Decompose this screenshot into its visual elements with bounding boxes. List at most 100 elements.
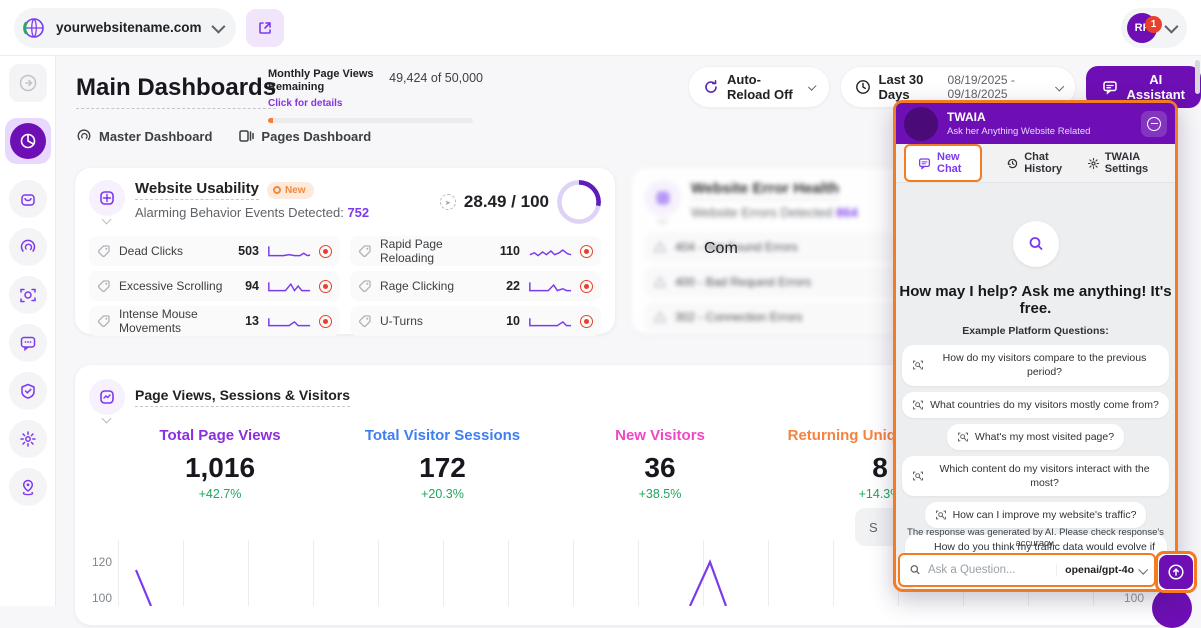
gear-icon xyxy=(1087,157,1100,170)
sidebar-item-feedback[interactable] xyxy=(9,324,47,362)
tab-twaia-settings[interactable]: TWAIA Settings xyxy=(1079,146,1167,180)
tooltip-fragment: Com xyxy=(704,240,738,258)
example-question[interactable]: How do my visitors compare to the previo… xyxy=(902,345,1169,385)
sparkline xyxy=(267,243,311,259)
stat-total-page-views[interactable]: Total Page Views 1,016 +42.7% xyxy=(105,427,335,501)
new-chat-label: New Chat xyxy=(937,151,968,175)
alert-target-icon xyxy=(319,280,332,293)
chevron-down-icon xyxy=(211,19,225,33)
chat-icon xyxy=(1102,79,1118,95)
stat-new-visitors[interactable]: New Visitors 36 +38.5% xyxy=(585,427,735,501)
metric-row-excessive-scrolling[interactable]: Excessive Scrolling 94 xyxy=(89,271,340,301)
page-title: Main Dashboards xyxy=(76,74,276,109)
alert-target-icon xyxy=(319,245,332,258)
sidebar-item-performance[interactable] xyxy=(9,228,47,266)
ai-disclaimer: The response was generated by AI. Please… xyxy=(896,527,1175,549)
ai-assistant-label: AI Assistant xyxy=(1126,72,1185,102)
send-button[interactable] xyxy=(1159,555,1193,589)
pageviews-module-icon[interactable] xyxy=(89,379,125,415)
arrow-up-circle-icon xyxy=(1167,563,1185,581)
metric-row-rage-clicking[interactable]: Rage Clicking 22 xyxy=(350,271,601,301)
send-button-focus xyxy=(1155,551,1197,593)
example-question[interactable]: How can I improve my website's traffic? xyxy=(925,502,1147,528)
sidebar-item-locations[interactable] xyxy=(9,468,47,506)
open-website-button[interactable] xyxy=(246,9,284,47)
website-name: yourwebsitename.com xyxy=(56,20,202,35)
auto-reload-label: Auto-Reload Off xyxy=(727,72,801,102)
sidebar-collapse-icon[interactable] xyxy=(9,64,47,102)
assistant-fab-peek[interactable] xyxy=(1152,588,1192,628)
sidebar-item-privacy[interactable] xyxy=(9,372,47,410)
y-axis-tick: 100 xyxy=(92,591,112,605)
warning-icon xyxy=(653,240,667,254)
search-circle xyxy=(1013,221,1059,267)
model-name: openai/gpt-4o xyxy=(1065,564,1134,576)
sidebar-item-dashboards[interactable] xyxy=(5,118,51,164)
metric-row-intense-mouse-movements[interactable]: Intense Mouse Movements 13 xyxy=(89,306,340,336)
ask-question-bar: openai/gpt-4o xyxy=(898,553,1156,587)
location-pin-icon xyxy=(19,478,37,496)
pageviews-title[interactable]: Page Views, Sessions & Visitors xyxy=(135,387,350,407)
usability-events-count: 752 xyxy=(347,205,369,220)
sparkline xyxy=(267,313,311,329)
chevron-down-icon xyxy=(1055,82,1064,91)
tab-new-chat[interactable]: New Chat xyxy=(904,144,982,182)
panel-header: TWAIA Ask her Anything Website Related xyxy=(896,103,1175,144)
usability-subtitle: Alarming Behavior Events Detected: xyxy=(135,205,344,220)
quota-widget[interactable]: Monthly Page Views Remaining 49,424 of 5… xyxy=(268,68,483,123)
pie-chart-icon xyxy=(10,123,46,159)
panel-body: How may I help? Ask me anything! It's fr… xyxy=(896,183,1175,589)
model-selector[interactable]: openai/gpt-4o xyxy=(1056,564,1146,576)
tab-master-dashboard[interactable]: Master Dashboard xyxy=(76,128,212,144)
usability-score-donut xyxy=(557,180,601,224)
metric-row-u-turns[interactable]: U-Turns 10 xyxy=(350,306,601,336)
twaia-settings-label: TWAIA Settings xyxy=(1105,151,1159,175)
error-health-title[interactable]: Website Error Health xyxy=(691,180,839,200)
alert-target-icon xyxy=(580,280,593,293)
error-module-icon[interactable] xyxy=(645,180,681,216)
warning-icon xyxy=(653,310,667,324)
external-link-icon xyxy=(257,20,273,36)
warning-icon xyxy=(653,275,667,289)
tag-icon xyxy=(97,244,111,258)
y-axis-tick: 120 xyxy=(92,555,112,569)
notification-badge: 1 xyxy=(1145,16,1162,33)
metric-row-rapid-page-reloading[interactable]: Rapid Page Reloading 110 xyxy=(350,236,601,266)
tab-chat-history[interactable]: Chat History xyxy=(998,146,1075,180)
usability-title[interactable]: Website Usability xyxy=(135,180,259,200)
search-scan-icon xyxy=(935,509,947,521)
y-axis-tick-right: 100 xyxy=(1124,591,1144,605)
example-question[interactable]: Which content do my visitors interact wi… xyxy=(902,456,1169,496)
website-selector[interactable]: yourwebsitename.com xyxy=(14,8,236,48)
minimize-button[interactable] xyxy=(1141,111,1167,137)
alert-target-icon xyxy=(580,245,593,258)
search-scan-icon xyxy=(912,359,924,371)
user-menu[interactable]: RF 1 xyxy=(1121,8,1187,48)
sidebar-nav xyxy=(0,56,56,606)
sparkline xyxy=(528,278,572,294)
shopping-bag-icon xyxy=(19,190,37,208)
sidebar-item-ecommerce[interactable] xyxy=(9,180,47,218)
gauge-icon xyxy=(76,128,92,144)
example-question[interactable]: What countries do my visitors mostly com… xyxy=(902,392,1169,418)
tab-master-label: Master Dashboard xyxy=(99,129,212,144)
twaia-assistant-panel: TWAIA Ask her Anything Website Related N… xyxy=(893,100,1178,592)
alert-target-icon xyxy=(319,315,332,328)
metric-row-dead-clicks[interactable]: Dead Clicks 503 xyxy=(89,236,340,266)
usability-score: 28.49 / 100 xyxy=(464,192,549,212)
stat-total-visitor-sessions[interactable]: Total Visitor Sessions 172 +20.3% xyxy=(335,427,550,501)
sidebar-item-settings[interactable] xyxy=(9,420,47,458)
minus-circle-icon xyxy=(1147,117,1161,131)
ask-question-input[interactable] xyxy=(928,564,1050,576)
tab-pages-dashboard[interactable]: Pages Dashboard xyxy=(238,128,371,144)
panel-tabs: New Chat Chat History TWAIA Settings xyxy=(896,144,1175,183)
chat-bubble-icon xyxy=(19,334,37,352)
example-question[interactable]: What's my most visited page? xyxy=(947,424,1124,450)
search-scan-icon xyxy=(957,431,969,443)
auto-reload-dropdown[interactable]: Auto-Reload Off xyxy=(688,66,830,108)
quota-details-link[interactable]: Click for details xyxy=(268,98,342,109)
usability-module-icon[interactable] xyxy=(89,180,125,216)
sidebar-item-recordings[interactable] xyxy=(9,276,47,314)
scrollbar[interactable] xyxy=(1195,60,1200,94)
search-icon xyxy=(908,563,922,577)
